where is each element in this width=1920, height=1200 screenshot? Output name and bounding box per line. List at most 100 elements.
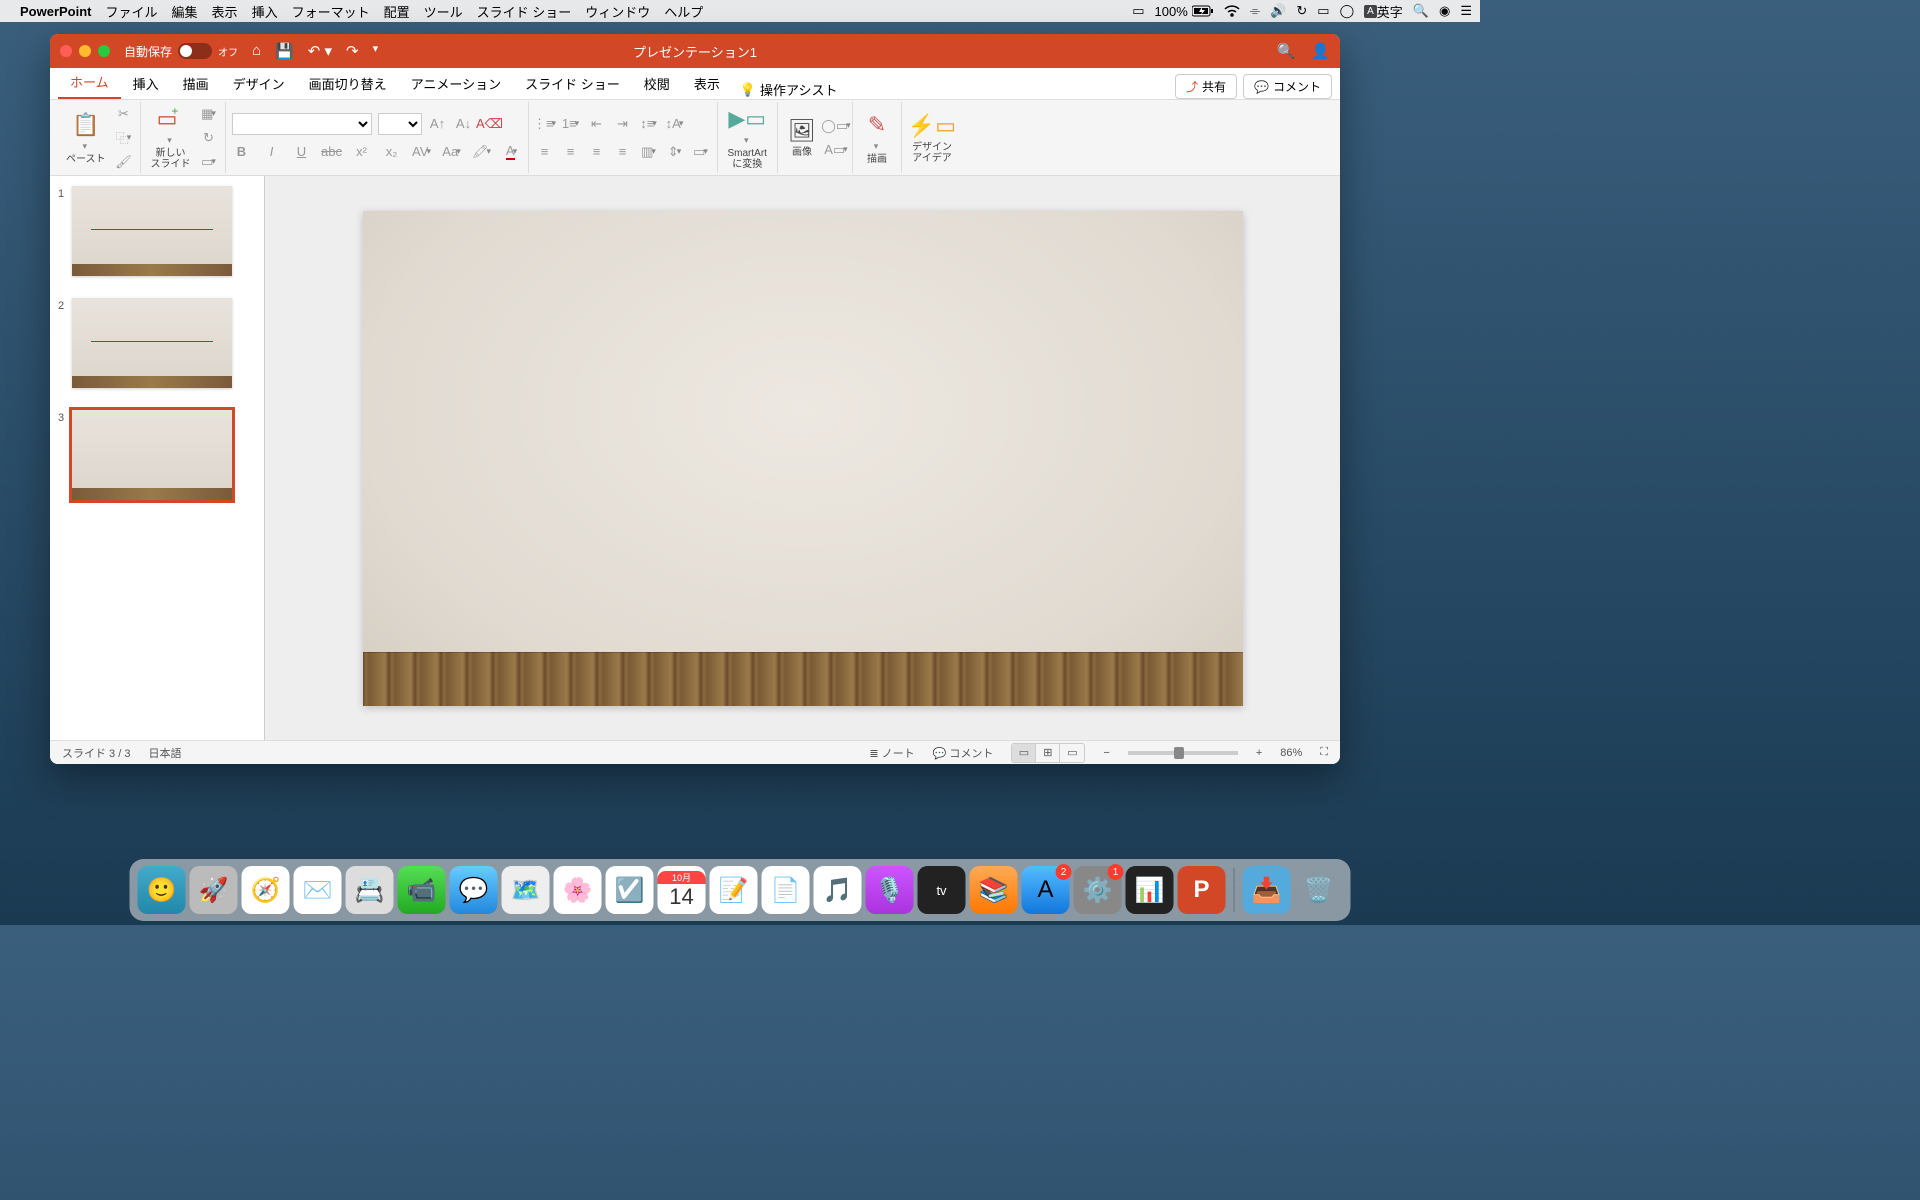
powerpoint-app-icon[interactable]: P [1178,866,1226,914]
change-case-icon[interactable]: Aa▾ [442,142,462,162]
tab-design[interactable]: デザイン [221,68,297,99]
cut-icon[interactable]: ✂ [114,104,134,124]
mail-icon[interactable]: ✉️ [294,866,342,914]
tab-home[interactable]: ホーム [58,66,121,99]
layout-icon[interactable]: ▦ ▾ [199,104,219,124]
activitymonitor-icon[interactable]: 📊 [1126,866,1174,914]
tab-animations[interactable]: アニメーション [399,68,513,99]
outdent-icon[interactable]: ⇤ [587,114,607,134]
tv-icon[interactable]: tv [918,866,966,914]
systempreferences-icon[interactable]: ⚙️ [1074,866,1122,914]
sorter-view-button[interactable]: ⊞ [1036,744,1060,762]
photos-icon[interactable]: 🌸 [554,866,602,914]
align-center-icon[interactable]: ≡ [561,142,581,162]
spotlight-icon[interactable]: 🔍 [1413,3,1429,19]
overflow-icon[interactable]: ▭▾ [691,142,711,162]
reminders-icon[interactable]: ☑️ [606,866,654,914]
new-slide-button[interactable]: ▭+▾ 新しい スライド [147,103,195,172]
menu-arrange[interactable]: 配置 [384,2,410,21]
user-icon[interactable]: ◯ [1340,3,1355,19]
share-button[interactable]: ⤴ 共有 [1175,74,1237,99]
menu-insert[interactable]: 挿入 [252,2,278,21]
safari-icon[interactable]: 🧭 [242,866,290,914]
fit-to-window-button[interactable]: ⛶ [1320,746,1328,759]
stocks-icon[interactable]: 📄 [762,866,810,914]
align-text-icon[interactable]: ⇕▾ [665,142,685,162]
justify-icon[interactable]: ≡ [613,142,633,162]
image-button[interactable]: 🖼 画像 [784,115,820,160]
slide-canvas[interactable] [363,211,1243,706]
autosave-toggle[interactable]: 自動保存 オフ [124,43,238,60]
menu-format[interactable]: フォーマット [292,2,370,21]
text-direction-icon[interactable]: ↕A▾ [665,114,685,134]
slide-thumbnail[interactable]: 1 [58,186,256,276]
font-name-select[interactable] [232,113,372,135]
save-button[interactable]: 💾 [275,42,294,60]
font-size-select[interactable] [378,113,422,135]
italic-icon[interactable]: I [262,142,282,162]
clear-format-icon[interactable]: A⌫ [480,114,500,134]
columns-icon[interactable]: ▥▾ [639,142,659,162]
tell-me-button[interactable]: 💡 操作アシスト [740,80,838,99]
bullets-icon[interactable]: ⋮≡▾ [535,114,555,134]
zoom-out-button[interactable]: − [1103,747,1109,759]
align-right-icon[interactable]: ≡ [587,142,607,162]
autosave-switch[interactable] [178,43,212,59]
music-icon[interactable]: 🎵 [814,866,862,914]
language-status[interactable]: 日本語 [148,745,181,761]
subscript-icon[interactable]: x₂ [382,142,402,162]
menu-slideshow[interactable]: スライド ショー [477,2,572,21]
copy-icon[interactable]: ⿻ ▾ [114,128,134,148]
appstore-icon[interactable]: A [1022,866,1070,914]
numbering-icon[interactable]: 1≡▾ [561,114,581,134]
undo-button[interactable]: ↶ ▾ [308,42,332,60]
home-button[interactable]: ⌂ [252,42,261,60]
smartart-button[interactable]: ▶▭▾ SmartArt に変換 [724,103,771,172]
podcasts-icon[interactable]: 🎙️ [866,866,914,914]
slide-thumbnail[interactable]: 2 [58,298,256,388]
input-menu-icon[interactable]: ▭ [1317,3,1329,19]
facetime-icon[interactable]: 📹 [398,866,446,914]
reading-view-button[interactable]: ▭ [1060,744,1084,762]
decrease-font-icon[interactable]: A↓ [454,114,474,134]
indent-icon[interactable]: ⇥ [613,114,633,134]
line-spacing-icon[interactable]: ↕≡▾ [639,114,659,134]
menu-tools[interactable]: ツール [424,2,463,21]
menu-edit[interactable]: 編集 [172,2,198,21]
app-name[interactable]: PowerPoint [20,4,92,19]
reset-icon[interactable]: ↻ [199,128,219,148]
screen-mirror-icon[interactable]: ▭ [1132,3,1144,19]
battery-status[interactable]: 100% [1155,4,1214,19]
highlight-icon[interactable]: 🖍▾ [472,142,492,162]
wifi-icon[interactable] [1224,5,1240,17]
trash-icon[interactable]: 🗑️ [1295,866,1343,914]
underline-icon[interactable]: U [292,142,312,162]
input-source[interactable]: A 英字 [1364,2,1403,21]
qat-more[interactable]: ▾ [373,42,379,60]
section-icon[interactable]: ▭ ▾ [199,152,219,172]
finder-icon[interactable]: 🙂 [138,866,186,914]
increase-font-icon[interactable]: A↑ [428,114,448,134]
menu-file[interactable]: ファイル [106,2,158,21]
downloads-icon[interactable]: 📥 [1243,866,1291,914]
maps-icon[interactable]: 🗺️ [502,866,550,914]
menu-help[interactable]: ヘルプ [664,2,703,21]
font-color-icon[interactable]: A▾ [502,142,522,162]
design-ideas-button[interactable]: ⚡▭ デザイン アイデア [908,110,956,166]
calendar-icon[interactable]: 10月14 [658,866,706,914]
paste-button[interactable]: 📋▾ ペースト [62,109,110,167]
format-painter-icon[interactable]: 🖌 [114,152,134,172]
zoom-in-button[interactable]: + [1256,747,1262,759]
notification-center-icon[interactable]: ☰ [1460,3,1472,19]
bluetooth-icon[interactable]: ⌯ [1250,3,1260,19]
books-icon[interactable]: 📚 [970,866,1018,914]
redo-button[interactable]: ↷ [346,42,359,60]
timemachine-icon[interactable]: ↻ [1296,3,1307,19]
menu-view[interactable]: 表示 [212,2,238,21]
notes-icon[interactable]: 📝 [710,866,758,914]
messages-icon[interactable]: 💬 [450,866,498,914]
search-icon[interactable]: 🔍 [1277,42,1296,60]
tab-view[interactable]: 表示 [682,68,732,99]
siri-icon[interactable]: ◉ [1439,3,1450,19]
textbox-icon[interactable]: A▭▾ [826,140,846,160]
